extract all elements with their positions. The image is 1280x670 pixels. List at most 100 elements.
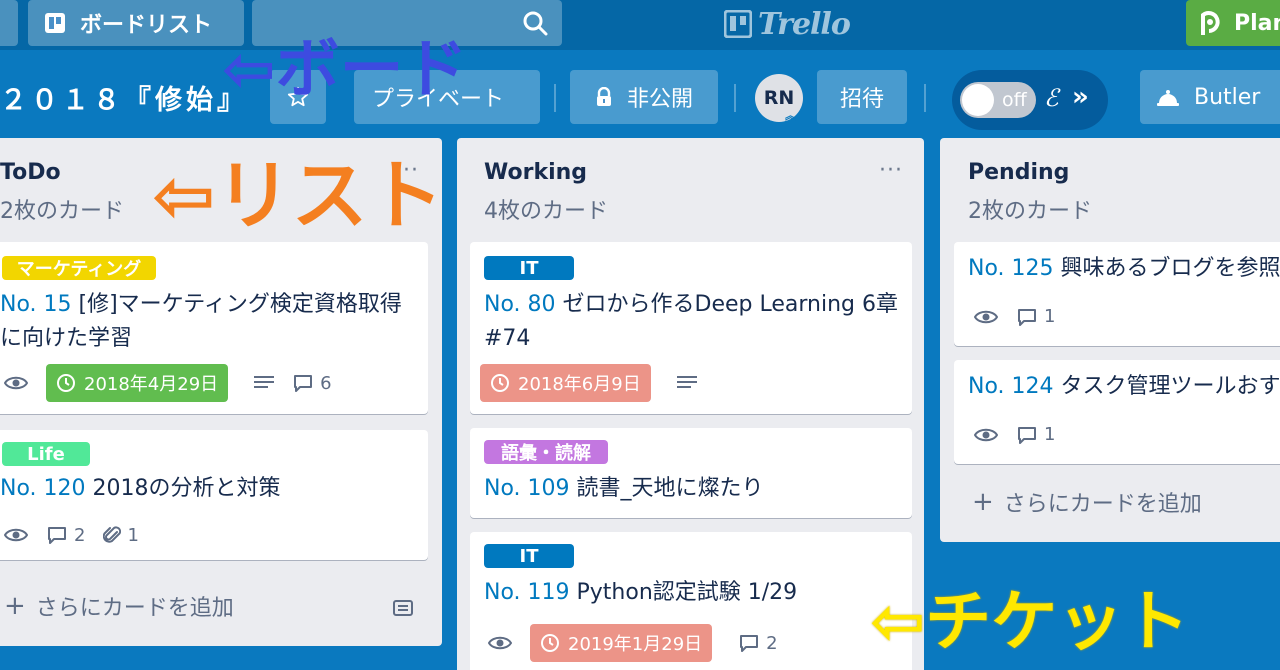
card-badges: 2018年6月9日 bbox=[480, 364, 715, 402]
powerup-toggle-area: off ℰ » bbox=[952, 70, 1108, 130]
card-number: No. 109 bbox=[484, 476, 570, 501]
card-badges: 2018年4月29日 6 bbox=[4, 364, 350, 402]
comment-icon bbox=[1018, 426, 1036, 444]
list-title[interactable]: Working bbox=[484, 160, 587, 185]
card-title-text: 2018の分析と対策 bbox=[92, 476, 281, 501]
due-date-badge[interactable]: 2018年6月9日 bbox=[480, 364, 651, 402]
due-date-text: 2018年4月29日 bbox=[84, 374, 219, 395]
lock-icon bbox=[596, 87, 611, 106]
card-title: No. 119 Python認定試験 1/29 bbox=[484, 576, 904, 610]
comment-count: 2 bbox=[74, 524, 86, 546]
card[interactable]: IT No. 80 ゼロから作るDeep Learning 6章 #74 201… bbox=[470, 242, 912, 414]
card-badges: 1 bbox=[974, 424, 1073, 445]
visibility-label: 非公開 bbox=[626, 87, 693, 112]
comment-badge: 2 bbox=[46, 525, 85, 546]
invite-label: 招待 bbox=[839, 87, 884, 112]
header-divider bbox=[924, 84, 926, 112]
watch-icon bbox=[4, 375, 28, 391]
trello-logo-icon bbox=[724, 10, 752, 38]
double-chevron-right-icon[interactable]: » bbox=[1072, 82, 1089, 112]
comment-badge: 1 bbox=[1016, 306, 1055, 327]
add-card-button[interactable]: + さらにカードを追加 bbox=[972, 486, 1202, 518]
clock-icon bbox=[491, 374, 509, 392]
add-card-button[interactable]: + さらにカードを追加 bbox=[4, 590, 234, 622]
plus-icon: + bbox=[4, 591, 26, 621]
butler-button[interactable]: Butler bbox=[1140, 70, 1280, 124]
plan-icon bbox=[1201, 11, 1220, 35]
card-label[interactable]: マーケティング bbox=[2, 256, 156, 280]
search-icon bbox=[523, 11, 548, 36]
card-label[interactable]: IT bbox=[484, 256, 574, 280]
due-date-badge[interactable]: 2019年1月29日 bbox=[530, 624, 713, 662]
card[interactable]: Life No. 120 2018の分析と対策 2 1 bbox=[0, 430, 428, 560]
comment-count: 1 bbox=[1044, 306, 1056, 327]
home-button[interactable] bbox=[0, 0, 18, 46]
due-date-badge[interactable]: 2018年4月29日 bbox=[46, 364, 229, 402]
due-date-text: 2018年6月9日 bbox=[518, 374, 641, 395]
list-card-count: 2枚のカード bbox=[968, 199, 1092, 224]
comment-icon bbox=[1018, 308, 1036, 326]
plus-icon: + bbox=[972, 487, 994, 517]
annotation-list: ⇦リスト bbox=[152, 151, 444, 240]
list-menu-icon[interactable]: ··· bbox=[879, 158, 903, 183]
card-badges: 1 bbox=[974, 306, 1073, 327]
invite-button[interactable]: 招待 bbox=[817, 70, 907, 124]
card-title: No. 120 2018の分析と対策 bbox=[0, 472, 410, 506]
card-label[interactable]: Life bbox=[2, 442, 90, 466]
card[interactable]: IT No. 119 Python認定試験 1/29 2019年1月29日 2 bbox=[470, 532, 912, 670]
boards-button-label: ボードリスト bbox=[80, 13, 213, 38]
card-title: No. 124 タスク管理ツールおすすめ bbox=[968, 370, 1280, 404]
card-title: No. 80 ゼロから作るDeep Learning 6章 #74 bbox=[484, 288, 904, 356]
list-working: Working 4枚のカード ··· IT No. 80 ゼロから作るDeep … bbox=[457, 138, 924, 670]
card-label[interactable]: IT bbox=[484, 544, 574, 568]
card-label[interactable]: 語彙・読解 bbox=[484, 440, 608, 464]
epsilon-icon[interactable]: ℰ bbox=[1044, 84, 1059, 112]
list-title[interactable]: ToDo bbox=[0, 160, 61, 185]
board-title[interactable]: ２０１８『修始』 bbox=[0, 78, 248, 117]
visibility-button[interactable]: 非公開 bbox=[570, 70, 718, 124]
card[interactable]: 語彙・読解 No. 109 読書_天地に燦たり bbox=[470, 428, 912, 518]
comment-count: 1 bbox=[1044, 424, 1056, 445]
list-card-count: 4枚のカード bbox=[484, 199, 608, 224]
card-title: No. 109 読書_天地に燦たり bbox=[484, 472, 904, 506]
card[interactable]: No. 124 タスク管理ツールおすすめ 1 bbox=[954, 360, 1280, 464]
annotation-ticket: ⇦チケット bbox=[870, 583, 1190, 660]
boards-button[interactable]: ボードリスト bbox=[28, 0, 244, 46]
comment-icon bbox=[294, 375, 313, 392]
card-number: No. 119 bbox=[484, 580, 570, 605]
comment-count: 2 bbox=[766, 632, 778, 654]
card-number: No. 124 bbox=[968, 374, 1054, 399]
card-title-text: 興味あるブログを参照 bbox=[1060, 256, 1280, 281]
plan-button-label: Plan bbox=[1234, 10, 1280, 36]
list-title[interactable]: Pending bbox=[968, 160, 1069, 185]
toggle-knob bbox=[962, 84, 994, 116]
card[interactable]: マーケティング No. 15 [修]マーケティング検定資格取得に向けた学習 20… bbox=[0, 242, 428, 414]
comment-badge: 1 bbox=[1016, 424, 1055, 445]
card-badges: 2019年1月29日 2 bbox=[488, 624, 796, 662]
card-title: No. 15 [修]マーケティング検定資格取得に向けた学習 bbox=[0, 288, 410, 356]
attachment-badge: 1 bbox=[103, 524, 139, 546]
comment-badge: 6 bbox=[292, 373, 332, 394]
list-pending: Pending 2枚のカード No. 125 興味あるブログを参照 1 No. … bbox=[940, 138, 1280, 542]
trello-logo-text: Trello bbox=[758, 6, 851, 42]
description-icon bbox=[676, 375, 697, 391]
watch-icon bbox=[974, 309, 998, 325]
member-avatar[interactable]: RN ︽ bbox=[755, 74, 803, 122]
card-template-icon[interactable] bbox=[392, 598, 414, 618]
paperclip-icon bbox=[103, 526, 122, 543]
card-number: No. 120 bbox=[0, 476, 86, 501]
comment-icon bbox=[740, 635, 759, 652]
home-icon bbox=[0, 13, 2, 33]
plan-button[interactable]: Plan bbox=[1186, 0, 1280, 46]
card-title: No. 125 興味あるブログを参照 bbox=[968, 252, 1280, 286]
watch-icon bbox=[974, 427, 998, 443]
add-card-label: さらにカードを追加 bbox=[35, 596, 234, 621]
card[interactable]: No. 125 興味あるブログを参照 1 bbox=[954, 242, 1280, 346]
butler-bell-icon bbox=[1157, 90, 1179, 106]
butler-label: Butler bbox=[1194, 84, 1261, 110]
toggle-switch[interactable]: off bbox=[960, 82, 1036, 118]
trello-logo[interactable]: Trello bbox=[724, 4, 851, 44]
header-divider bbox=[554, 84, 556, 112]
description-icon bbox=[254, 375, 275, 391]
due-date-text: 2019年1月29日 bbox=[568, 634, 703, 655]
